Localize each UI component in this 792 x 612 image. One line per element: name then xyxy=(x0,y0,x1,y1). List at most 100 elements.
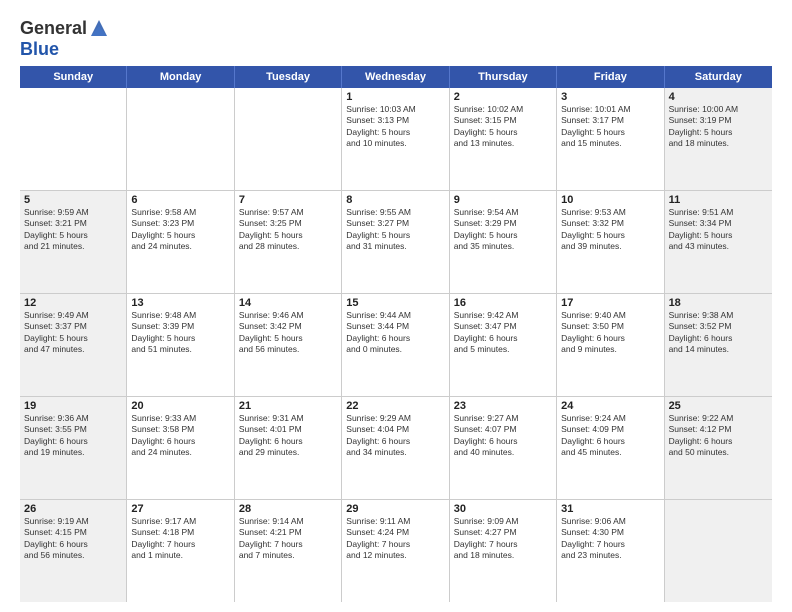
cell-info: Sunrise: 9:51 AM Sunset: 3:34 PM Dayligh… xyxy=(669,207,768,253)
weekday-header: Wednesday xyxy=(342,66,449,88)
calendar-cell xyxy=(665,500,772,602)
cell-info: Sunrise: 10:01 AM Sunset: 3:17 PM Daylig… xyxy=(561,104,659,150)
calendar-cell: 13Sunrise: 9:48 AM Sunset: 3:39 PM Dayli… xyxy=(127,294,234,396)
day-number: 22 xyxy=(346,400,444,412)
page: General Blue SundayMondayTuesdayWednesda… xyxy=(0,0,792,612)
calendar-cell: 1Sunrise: 10:03 AM Sunset: 3:13 PM Dayli… xyxy=(342,88,449,190)
cell-info: Sunrise: 9:46 AM Sunset: 3:42 PM Dayligh… xyxy=(239,310,337,356)
calendar-cell: 10Sunrise: 9:53 AM Sunset: 3:32 PM Dayli… xyxy=(557,191,664,293)
day-number: 3 xyxy=(561,91,659,103)
day-number: 31 xyxy=(561,503,659,515)
day-number: 16 xyxy=(454,297,552,309)
calendar-cell: 4Sunrise: 10:00 AM Sunset: 3:19 PM Dayli… xyxy=(665,88,772,190)
cell-info: Sunrise: 10:03 AM Sunset: 3:13 PM Daylig… xyxy=(346,104,444,150)
day-number: 30 xyxy=(454,503,552,515)
day-number: 15 xyxy=(346,297,444,309)
calendar-cell: 7Sunrise: 9:57 AM Sunset: 3:25 PM Daylig… xyxy=(235,191,342,293)
cell-info: Sunrise: 9:31 AM Sunset: 4:01 PM Dayligh… xyxy=(239,413,337,459)
cell-info: Sunrise: 9:17 AM Sunset: 4:18 PM Dayligh… xyxy=(131,516,229,562)
header: General Blue xyxy=(20,18,772,60)
day-number: 10 xyxy=(561,194,659,206)
cell-info: Sunrise: 9:58 AM Sunset: 3:23 PM Dayligh… xyxy=(131,207,229,253)
day-number: 6 xyxy=(131,194,229,206)
day-number: 12 xyxy=(24,297,122,309)
weekday-header: Monday xyxy=(127,66,234,88)
calendar-cell: 27Sunrise: 9:17 AM Sunset: 4:18 PM Dayli… xyxy=(127,500,234,602)
calendar: SundayMondayTuesdayWednesdayThursdayFrid… xyxy=(20,66,772,602)
day-number: 26 xyxy=(24,503,122,515)
logo-blue: Blue xyxy=(20,39,59,59)
cell-info: Sunrise: 9:19 AM Sunset: 4:15 PM Dayligh… xyxy=(24,516,122,562)
calendar-cell: 23Sunrise: 9:27 AM Sunset: 4:07 PM Dayli… xyxy=(450,397,557,499)
day-number: 2 xyxy=(454,91,552,103)
calendar-cell: 8Sunrise: 9:55 AM Sunset: 3:27 PM Daylig… xyxy=(342,191,449,293)
calendar-cell: 9Sunrise: 9:54 AM Sunset: 3:29 PM Daylig… xyxy=(450,191,557,293)
day-number: 13 xyxy=(131,297,229,309)
cell-info: Sunrise: 9:54 AM Sunset: 3:29 PM Dayligh… xyxy=(454,207,552,253)
calendar-week: 1Sunrise: 10:03 AM Sunset: 3:13 PM Dayli… xyxy=(20,88,772,191)
weekday-header: Friday xyxy=(557,66,664,88)
cell-info: Sunrise: 9:06 AM Sunset: 4:30 PM Dayligh… xyxy=(561,516,659,562)
calendar-week: 26Sunrise: 9:19 AM Sunset: 4:15 PM Dayli… xyxy=(20,500,772,602)
calendar-cell: 11Sunrise: 9:51 AM Sunset: 3:34 PM Dayli… xyxy=(665,191,772,293)
day-number: 23 xyxy=(454,400,552,412)
day-number: 14 xyxy=(239,297,337,309)
calendar-cell: 14Sunrise: 9:46 AM Sunset: 3:42 PM Dayli… xyxy=(235,294,342,396)
weekday-header: Tuesday xyxy=(235,66,342,88)
calendar-cell: 19Sunrise: 9:36 AM Sunset: 3:55 PM Dayli… xyxy=(20,397,127,499)
cell-info: Sunrise: 9:09 AM Sunset: 4:27 PM Dayligh… xyxy=(454,516,552,562)
calendar-cell xyxy=(127,88,234,190)
day-number: 19 xyxy=(24,400,122,412)
day-number: 1 xyxy=(346,91,444,103)
calendar-cell: 17Sunrise: 9:40 AM Sunset: 3:50 PM Dayli… xyxy=(557,294,664,396)
logo: General Blue xyxy=(20,18,109,60)
day-number: 25 xyxy=(669,400,768,412)
calendar-cell: 16Sunrise: 9:42 AM Sunset: 3:47 PM Dayli… xyxy=(450,294,557,396)
cell-info: Sunrise: 9:48 AM Sunset: 3:39 PM Dayligh… xyxy=(131,310,229,356)
day-number: 8 xyxy=(346,194,444,206)
day-number: 7 xyxy=(239,194,337,206)
cell-info: Sunrise: 9:27 AM Sunset: 4:07 PM Dayligh… xyxy=(454,413,552,459)
day-number: 11 xyxy=(669,194,768,206)
cell-info: Sunrise: 9:40 AM Sunset: 3:50 PM Dayligh… xyxy=(561,310,659,356)
calendar-week: 5Sunrise: 9:59 AM Sunset: 3:21 PM Daylig… xyxy=(20,191,772,294)
cell-info: Sunrise: 10:00 AM Sunset: 3:19 PM Daylig… xyxy=(669,104,768,150)
calendar-cell: 5Sunrise: 9:59 AM Sunset: 3:21 PM Daylig… xyxy=(20,191,127,293)
day-number: 20 xyxy=(131,400,229,412)
cell-info: Sunrise: 9:42 AM Sunset: 3:47 PM Dayligh… xyxy=(454,310,552,356)
weekday-header: Sunday xyxy=(20,66,127,88)
day-number: 29 xyxy=(346,503,444,515)
calendar-cell: 31Sunrise: 9:06 AM Sunset: 4:30 PM Dayli… xyxy=(557,500,664,602)
calendar-cell: 3Sunrise: 10:01 AM Sunset: 3:17 PM Dayli… xyxy=(557,88,664,190)
calendar-body: 1Sunrise: 10:03 AM Sunset: 3:13 PM Dayli… xyxy=(20,88,772,602)
cell-info: Sunrise: 9:36 AM Sunset: 3:55 PM Dayligh… xyxy=(24,413,122,459)
calendar-cell: 29Sunrise: 9:11 AM Sunset: 4:24 PM Dayli… xyxy=(342,500,449,602)
calendar-cell: 18Sunrise: 9:38 AM Sunset: 3:52 PM Dayli… xyxy=(665,294,772,396)
calendar-cell: 28Sunrise: 9:14 AM Sunset: 4:21 PM Dayli… xyxy=(235,500,342,602)
calendar-cell xyxy=(235,88,342,190)
calendar-week: 19Sunrise: 9:36 AM Sunset: 3:55 PM Dayli… xyxy=(20,397,772,500)
calendar-cell: 21Sunrise: 9:31 AM Sunset: 4:01 PM Dayli… xyxy=(235,397,342,499)
calendar-cell: 6Sunrise: 9:58 AM Sunset: 3:23 PM Daylig… xyxy=(127,191,234,293)
cell-info: Sunrise: 9:55 AM Sunset: 3:27 PM Dayligh… xyxy=(346,207,444,253)
weekday-header: Saturday xyxy=(665,66,772,88)
day-number: 28 xyxy=(239,503,337,515)
calendar-cell: 26Sunrise: 9:19 AM Sunset: 4:15 PM Dayli… xyxy=(20,500,127,602)
weekday-header: Thursday xyxy=(450,66,557,88)
day-number: 21 xyxy=(239,400,337,412)
cell-info: Sunrise: 10:02 AM Sunset: 3:15 PM Daylig… xyxy=(454,104,552,150)
calendar-cell: 25Sunrise: 9:22 AM Sunset: 4:12 PM Dayli… xyxy=(665,397,772,499)
day-number: 18 xyxy=(669,297,768,309)
calendar-week: 12Sunrise: 9:49 AM Sunset: 3:37 PM Dayli… xyxy=(20,294,772,397)
cell-info: Sunrise: 9:11 AM Sunset: 4:24 PM Dayligh… xyxy=(346,516,444,562)
day-number: 24 xyxy=(561,400,659,412)
calendar-cell: 24Sunrise: 9:24 AM Sunset: 4:09 PM Dayli… xyxy=(557,397,664,499)
calendar-cell: 22Sunrise: 9:29 AM Sunset: 4:04 PM Dayli… xyxy=(342,397,449,499)
calendar-cell: 2Sunrise: 10:02 AM Sunset: 3:15 PM Dayli… xyxy=(450,88,557,190)
cell-info: Sunrise: 9:38 AM Sunset: 3:52 PM Dayligh… xyxy=(669,310,768,356)
cell-info: Sunrise: 9:53 AM Sunset: 3:32 PM Dayligh… xyxy=(561,207,659,253)
logo-icon xyxy=(89,18,109,38)
cell-info: Sunrise: 9:22 AM Sunset: 4:12 PM Dayligh… xyxy=(669,413,768,459)
calendar-cell: 15Sunrise: 9:44 AM Sunset: 3:44 PM Dayli… xyxy=(342,294,449,396)
day-number: 27 xyxy=(131,503,229,515)
